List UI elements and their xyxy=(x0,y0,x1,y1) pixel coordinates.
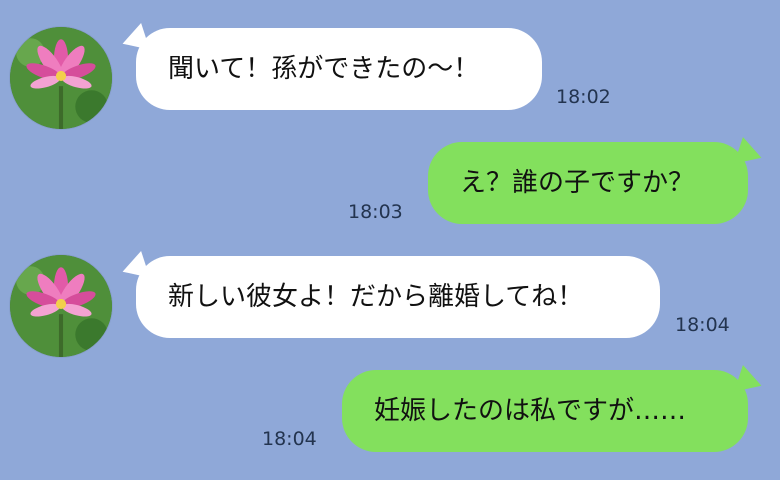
avatar[interactable] xyxy=(10,27,112,129)
message-text: 聞いて！孫ができたの〜！ xyxy=(168,54,480,84)
message-bubble-incoming[interactable]: 聞いて！孫ができたの〜！ xyxy=(136,28,542,110)
message-bubble-outgoing[interactable]: 妊娠したのは私ですが…… xyxy=(342,370,748,452)
message-bubble-outgoing[interactable]: え？誰の子ですか？ xyxy=(428,142,748,224)
message-bubble-incoming[interactable]: 新しい彼女よ！だから離婚してね！ xyxy=(136,256,660,338)
message-text: 新しい彼女よ！だから離婚してね！ xyxy=(168,282,584,312)
message-text: え？誰の子ですか？ xyxy=(460,168,695,198)
lotus-flower-icon xyxy=(10,255,112,357)
message-timestamp: 18:04 xyxy=(675,314,730,336)
lotus-flower-icon xyxy=(10,27,112,129)
avatar[interactable] xyxy=(10,255,112,357)
message-timestamp: 18:04 xyxy=(262,428,317,450)
chat-thread: 聞いて！孫ができたの〜！ 18:02 18:03 え？誰の子ですか？ 新しい彼女… xyxy=(0,0,780,480)
message-timestamp: 18:03 xyxy=(348,201,403,223)
message-text: 妊娠したのは私ですが…… xyxy=(374,396,687,426)
message-timestamp: 18:02 xyxy=(556,86,611,108)
